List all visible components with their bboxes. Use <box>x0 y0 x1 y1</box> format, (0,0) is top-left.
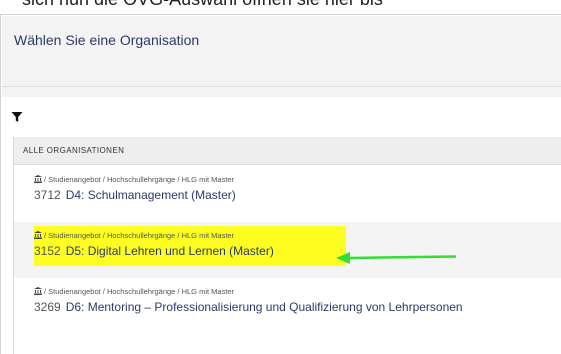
filter-icon[interactable] <box>11 111 23 123</box>
section-label: ALLE ORGANISATIONEN <box>23 146 125 155</box>
header-divider <box>2 87 561 97</box>
list-item-3152[interactable]: / Studienangebot / Hochschullehrgänge / … <box>14 222 561 278</box>
arrow-left-icon <box>336 252 457 264</box>
org-path-text: / Studienangebot / Hochschullehrgänge / … <box>44 231 235 240</box>
org-path: / Studienangebot / Hochschullehrgänge / … <box>34 231 234 240</box>
dialog-title: Wählen Sie eine Organisation <box>14 32 200 48</box>
org-path: / Studienangebot / Hochschullehrgänge / … <box>34 175 234 184</box>
org-name: D4: Schulmanagement (Master) <box>65 188 236 202</box>
dialog-header: Wählen Sie eine Organisation <box>2 16 561 87</box>
institution-icon <box>34 231 42 239</box>
institution-icon <box>34 287 42 295</box>
org-id: 3269 <box>34 300 61 314</box>
org-name: D5: Digital Lehren und Lernen (Master) <box>65 244 274 258</box>
filter-bar <box>2 97 561 137</box>
institution-icon <box>34 175 42 183</box>
org-id: 3152 <box>34 244 61 258</box>
section-header: ALLE ORGANISATIONEN <box>14 137 561 165</box>
list-item-3712[interactable]: / Studienangebot / Hochschullehrgänge / … <box>14 166 561 222</box>
org-main: 3269 D6: Mentoring – Professionalisierung… <box>34 300 463 314</box>
caption-text: sich nun die OVG-Auswahl öffnen sie hier… <box>22 0 383 10</box>
org-name: D6: Mentoring – Professionalisierung und… <box>65 300 463 314</box>
org-main: 3152 D5: Digital Lehren und Lernen (Maste… <box>34 244 274 258</box>
caption-strip: sich nun die OVG-Auswahl öffnen sie hier… <box>0 0 561 14</box>
org-id: 3712 <box>34 188 61 202</box>
list-item-3269[interactable]: / Studienangebot / Hochschullehrgänge / … <box>14 278 561 334</box>
organization-list: ALLE ORGANISATIONEN / Studienangebot / H… <box>13 137 561 354</box>
org-path: / Studienangebot / Hochschullehrgänge / … <box>34 287 234 296</box>
org-main: 3712 D4: Schulmanagement (Master) <box>34 188 236 202</box>
organization-picker-dialog: Wählen Sie eine Organisation ALLE ORGANI… <box>0 14 561 354</box>
org-path-text: / Studienangebot / Hochschullehrgänge / … <box>44 287 235 296</box>
org-path-text: / Studienangebot / Hochschullehrgänge / … <box>44 175 235 184</box>
